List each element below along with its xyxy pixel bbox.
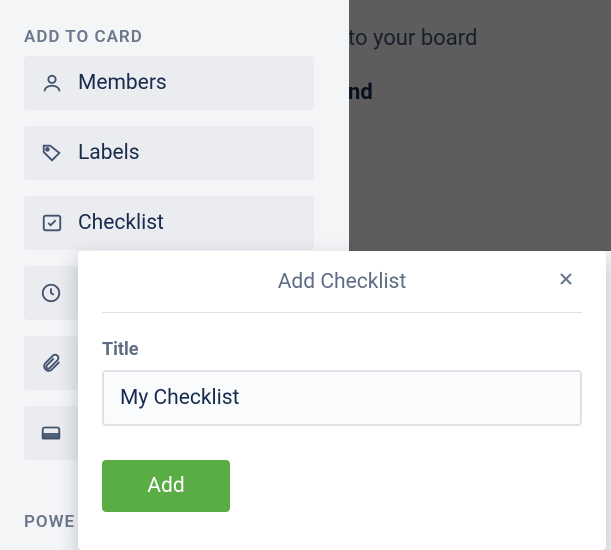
cover-button[interactable] <box>24 406 78 460</box>
paperclip-icon <box>39 351 63 375</box>
checklist-button[interactable]: Checklist <box>24 196 314 250</box>
add-button[interactable]: Add <box>102 460 230 512</box>
person-icon <box>40 71 64 95</box>
checklist-title-input[interactable] <box>102 370 582 426</box>
checklist-icon <box>40 211 64 235</box>
title-field-label: Title <box>102 339 582 360</box>
labels-label: Labels <box>78 141 140 165</box>
tag-icon <box>40 141 64 165</box>
add-checklist-popover: Add Checklist Title Add <box>78 251 606 550</box>
labels-button[interactable]: Labels <box>24 126 314 180</box>
members-button[interactable]: Members <box>24 56 314 110</box>
section-title-add-to-card: ADD TO CARD <box>24 27 143 47</box>
attachment-button[interactable] <box>24 336 78 390</box>
cover-icon <box>39 421 63 445</box>
modal-overlay <box>349 0 611 251</box>
close-button[interactable] <box>550 266 582 298</box>
due-date-button[interactable] <box>24 266 78 320</box>
clock-icon <box>39 281 63 305</box>
popover-title: Add Checklist <box>278 270 407 294</box>
checklist-label: Checklist <box>78 211 164 235</box>
members-label: Members <box>78 71 167 95</box>
close-icon <box>556 269 576 295</box>
section-title-powerups-truncated: POWE <box>24 512 75 532</box>
popover-header: Add Checklist <box>102 251 582 313</box>
